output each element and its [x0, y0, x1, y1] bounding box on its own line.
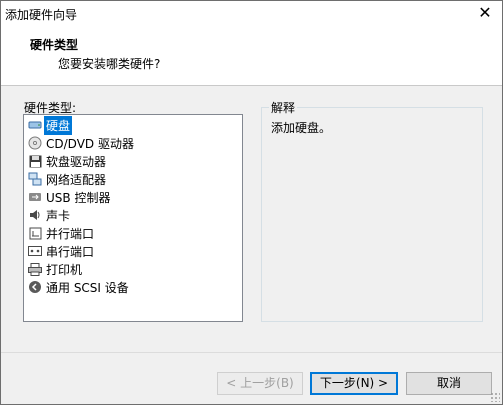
- resize-grip[interactable]: [490, 392, 500, 402]
- hard-disk-icon: [28, 118, 42, 132]
- add-hardware-wizard-window: 添加硬件向导 ✕ 硬件类型 您要安装哪类硬件? 硬件类型: 硬盘 CD/DVD …: [0, 0, 503, 405]
- window-title: 添加硬件向导: [5, 8, 78, 22]
- footer-divider: [1, 352, 502, 353]
- list-item-usb-controller[interactable]: USB 控制器: [28, 188, 112, 206]
- list-item-network-adapter[interactable]: 网络适配器: [28, 170, 108, 188]
- printer-icon: [28, 262, 42, 276]
- back-button[interactable]: < 上一步(B): [217, 372, 303, 395]
- explanation-label: 解释: [269, 99, 298, 116]
- sound-card-icon: [28, 208, 42, 222]
- floppy-icon: [28, 154, 42, 168]
- scsi-icon: [28, 280, 42, 294]
- list-item-generic-scsi[interactable]: 通用 SCSI 设备: [28, 278, 131, 296]
- parallel-port-icon: [28, 226, 42, 240]
- step-title: 硬件类型: [30, 38, 79, 52]
- close-button[interactable]: ✕: [476, 4, 494, 22]
- list-item-hard-disk[interactable]: 硬盘: [28, 115, 73, 135]
- list-item-parallel-port[interactable]: 并行端口: [28, 224, 96, 242]
- list-item-floppy[interactable]: 软盘驱动器: [28, 152, 108, 170]
- cd-dvd-icon: [28, 136, 42, 150]
- list-item-label: 串行端口: [46, 244, 95, 259]
- list-item-label: USB 控制器: [46, 190, 111, 205]
- wizard-header: 硬件类型 您要安装哪类硬件?: [1, 26, 502, 86]
- step-subtitle: 您要安装哪类硬件?: [58, 57, 161, 71]
- list-item-label: CD/DVD 驱动器: [46, 136, 134, 151]
- next-button[interactable]: 下一步(N) >: [310, 372, 398, 395]
- list-item-printer[interactable]: 打印机: [28, 260, 84, 278]
- explanation-groupbox: [261, 107, 483, 322]
- network-adapter-icon: [28, 172, 42, 186]
- list-item-label: 硬盘: [44, 115, 73, 135]
- hardware-type-list[interactable]: 硬盘 CD/DVD 驱动器 软盘驱动器 网络适配器 USB 控制器 声卡 并行端…: [23, 114, 243, 322]
- serial-port-icon: [28, 244, 42, 258]
- list-item-label: 打印机: [46, 262, 83, 277]
- explanation-text: 添加硬盘。: [271, 121, 332, 135]
- usb-icon: [28, 190, 42, 204]
- list-item-label: 并行端口: [46, 226, 95, 241]
- title-bar: 添加硬件向导 ✕: [1, 1, 502, 26]
- list-item-label: 软盘驱动器: [46, 154, 107, 169]
- list-item-serial-port[interactable]: 串行端口: [28, 242, 96, 260]
- list-item-label: 网络适配器: [46, 172, 107, 187]
- list-item-sound-card[interactable]: 声卡: [28, 206, 72, 224]
- cancel-button[interactable]: 取消: [406, 372, 492, 395]
- list-item-cd-dvd[interactable]: CD/DVD 驱动器: [28, 134, 136, 152]
- list-item-label: 通用 SCSI 设备: [46, 280, 129, 295]
- list-item-label: 声卡: [46, 208, 71, 223]
